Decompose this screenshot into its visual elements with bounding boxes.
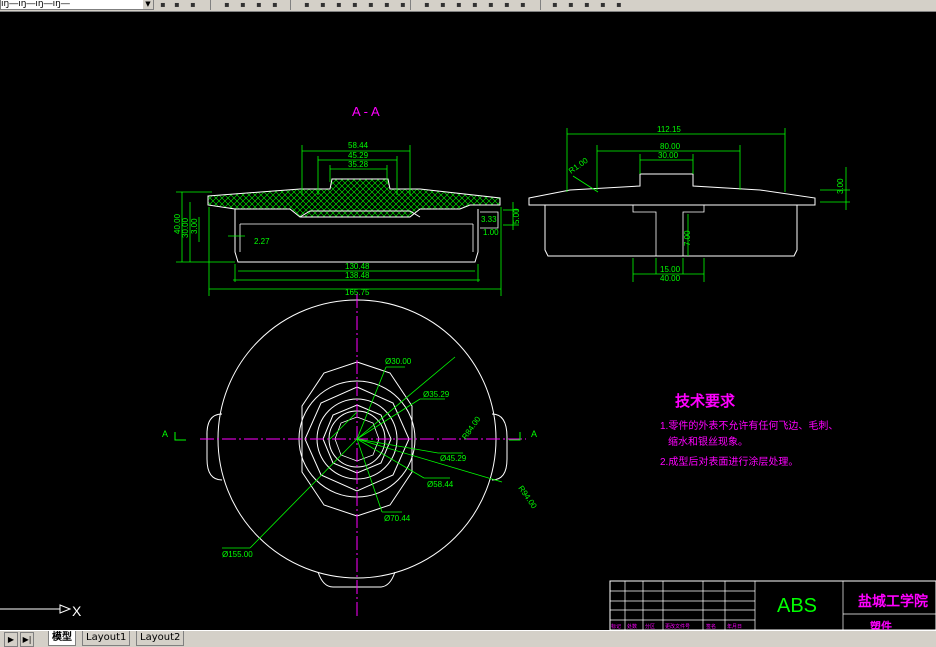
- tb-header-4: 更改文件号: [665, 623, 690, 630]
- notes-line-2: 缩水和银丝现象。: [668, 435, 748, 448]
- dim-3: 3.00: [190, 218, 199, 234]
- section-mark-left: A: [162, 429, 168, 439]
- school-label: 盐城工学院: [858, 593, 928, 609]
- notes-line-1: 1.零件的外表不允许有任何飞边、毛刺、: [660, 419, 838, 432]
- toolbar-separator: [290, 0, 291, 10]
- toolbar-button-19[interactable]: ▪: [484, 0, 498, 9]
- dim-r94: R94.00: [516, 484, 538, 511]
- toolbar-button-20[interactable]: ▪: [500, 0, 514, 9]
- dim-7: 7.00: [683, 230, 692, 246]
- layout-tab-bar: ▶ ▶| 模型 Layout1 Layout2: [0, 630, 936, 647]
- toolbar-button-3[interactable]: ▪: [186, 0, 200, 9]
- notes-line-3: 2.成型后对表面进行涂层处理。: [660, 455, 798, 468]
- dim-15: 15.00: [660, 265, 681, 274]
- ucs-icon: X: [0, 603, 82, 619]
- dim-d58: Ø58.44: [427, 480, 454, 489]
- toolbar-button-23[interactable]: ▪: [564, 0, 578, 9]
- ucs-x-label: X: [72, 603, 82, 619]
- dim-112-15: 112.15: [657, 125, 681, 134]
- toolbar-button-24[interactable]: ▪: [580, 0, 594, 9]
- toolbar-button-18[interactable]: ▪: [468, 0, 482, 9]
- toolbar-button-5[interactable]: ▪: [236, 0, 250, 9]
- dim-130-48: 130.48: [345, 262, 370, 271]
- toolbar-separator: [210, 0, 211, 10]
- section-title: A-A: [352, 104, 383, 119]
- dim-80: 80.00: [660, 142, 681, 151]
- tab-layout2[interactable]: Layout2: [136, 631, 185, 646]
- dim-1: 1.00: [483, 228, 499, 237]
- toolbar-button-22[interactable]: ▪: [548, 0, 562, 9]
- layer-value: ïŋ―ïŋ―ïŋ―ïŋ―: [1, 0, 70, 9]
- chevron-down-icon[interactable]: ▼: [143, 0, 153, 9]
- toolbar-button-7[interactable]: ▪: [268, 0, 282, 9]
- last-tab-button[interactable]: ▶|: [20, 632, 34, 647]
- toolbar-button-16[interactable]: ▪: [436, 0, 450, 9]
- drawing-canvas[interactable]: A-A 58.44 45.29 35.28 130.48 138.48 165.…: [0, 12, 936, 630]
- title-block: ABS 盐城工学院 塑件 标记 处数 分区 更改文件号 签名 年月日: [609, 580, 936, 630]
- dim-3-side: 3.00: [836, 178, 845, 194]
- toolbar-button-13[interactable]: ▪: [380, 0, 394, 9]
- toolbar-button-14[interactable]: ▪: [396, 0, 410, 9]
- dim-2-27: 2.27: [254, 237, 270, 246]
- dim-d45: Ø45.29: [440, 454, 467, 463]
- toolbar-button-26[interactable]: ▪: [612, 0, 626, 9]
- toolbar-button-8[interactable]: ▪: [300, 0, 314, 9]
- dim-58-44: 58.44: [348, 141, 369, 150]
- toolbar-button-21[interactable]: ▪: [516, 0, 530, 9]
- toolbar-button-11[interactable]: ▪: [348, 0, 362, 9]
- layer-dropdown[interactable]: ïŋ―ïŋ―ïŋ―ïŋ― ▼: [0, 0, 154, 10]
- toolbar-button-17[interactable]: ▪: [452, 0, 466, 9]
- toolbar-button-15[interactable]: ▪: [420, 0, 434, 9]
- side-view: 112.15 80.00 30.00 R1.00 3.00 7.00 15.00…: [528, 125, 850, 283]
- notes-title: 技术要求: [675, 392, 736, 410]
- tab-model[interactable]: 模型: [48, 631, 76, 646]
- toolbar-separator: [410, 0, 411, 10]
- dim-d155: Ø155.00: [222, 550, 253, 559]
- toolbar-separator: [540, 0, 541, 10]
- toolbar-button-2[interactable]: ▪: [170, 0, 184, 9]
- dim-30-side: 30.00: [658, 151, 679, 160]
- dim-35-28: 35.28: [348, 160, 369, 169]
- material-label: ABS: [777, 595, 817, 617]
- tb-header-5: 签名: [706, 623, 716, 630]
- tb-header-1: 标记: [611, 623, 621, 630]
- dim-d30: Ø30.00: [385, 357, 412, 366]
- toolbar-button-4[interactable]: ▪: [220, 0, 234, 9]
- section-view: A-A 58.44 45.29 35.28 130.48 138.48 165.…: [173, 104, 521, 297]
- dim-30: 30.00: [181, 217, 190, 238]
- toolbar-button-10[interactable]: ▪: [332, 0, 346, 9]
- section-mark-right: A: [531, 429, 537, 439]
- toolbar-button-9[interactable]: ▪: [316, 0, 330, 9]
- part-label: 塑件: [870, 619, 892, 630]
- tab-layout1[interactable]: Layout1: [82, 631, 131, 646]
- dim-d70: Ø70.44: [384, 514, 411, 523]
- toolbar-button-12[interactable]: ▪: [364, 0, 378, 9]
- toolbar-button-6[interactable]: ▪: [252, 0, 266, 9]
- technical-notes: 技术要求 1.零件的外表不允许有任何飞边、毛刺、 缩水和银丝现象。 2.成型后对…: [660, 392, 838, 468]
- dim-r84: R84.00: [460, 414, 482, 441]
- tb-header-3: 分区: [645, 623, 655, 630]
- dim-165-75: 165.75: [345, 288, 370, 297]
- tb-header-6: 年月日: [727, 623, 742, 630]
- toolbar-button-1[interactable]: ▪: [156, 0, 170, 9]
- dim-d35: Ø35.29: [423, 390, 450, 399]
- dim-40-side: 40.00: [660, 274, 681, 283]
- tb-header-2: 处数: [627, 623, 637, 630]
- dim-5: 5.00: [512, 208, 521, 224]
- dim-r1: R1.00: [567, 156, 590, 176]
- toolbar-button-25[interactable]: ▪: [596, 0, 610, 9]
- dim-3-33: 3.33: [481, 215, 497, 224]
- toolbar: ïŋ―ïŋ―ïŋ―ïŋ― ▼ ▪ ▪ ▪ ▪ ▪ ▪ ▪ ▪ ▪ ▪ ▪ ▪ ▪ ▪ ▪ ▪ ▪ ▪ ▪ ▪ ▪ ▪ ▪ ▪ ▪…: [0, 0, 936, 12]
- plan-view: Ø30.00 Ø35.29 Ø45.29 Ø58.44 Ø70.44 Ø155.…: [162, 294, 539, 618]
- dim-45-29: 45.29: [348, 151, 369, 160]
- first-tab-button[interactable]: ▶: [4, 632, 18, 647]
- dim-138-48: 138.48: [345, 271, 370, 280]
